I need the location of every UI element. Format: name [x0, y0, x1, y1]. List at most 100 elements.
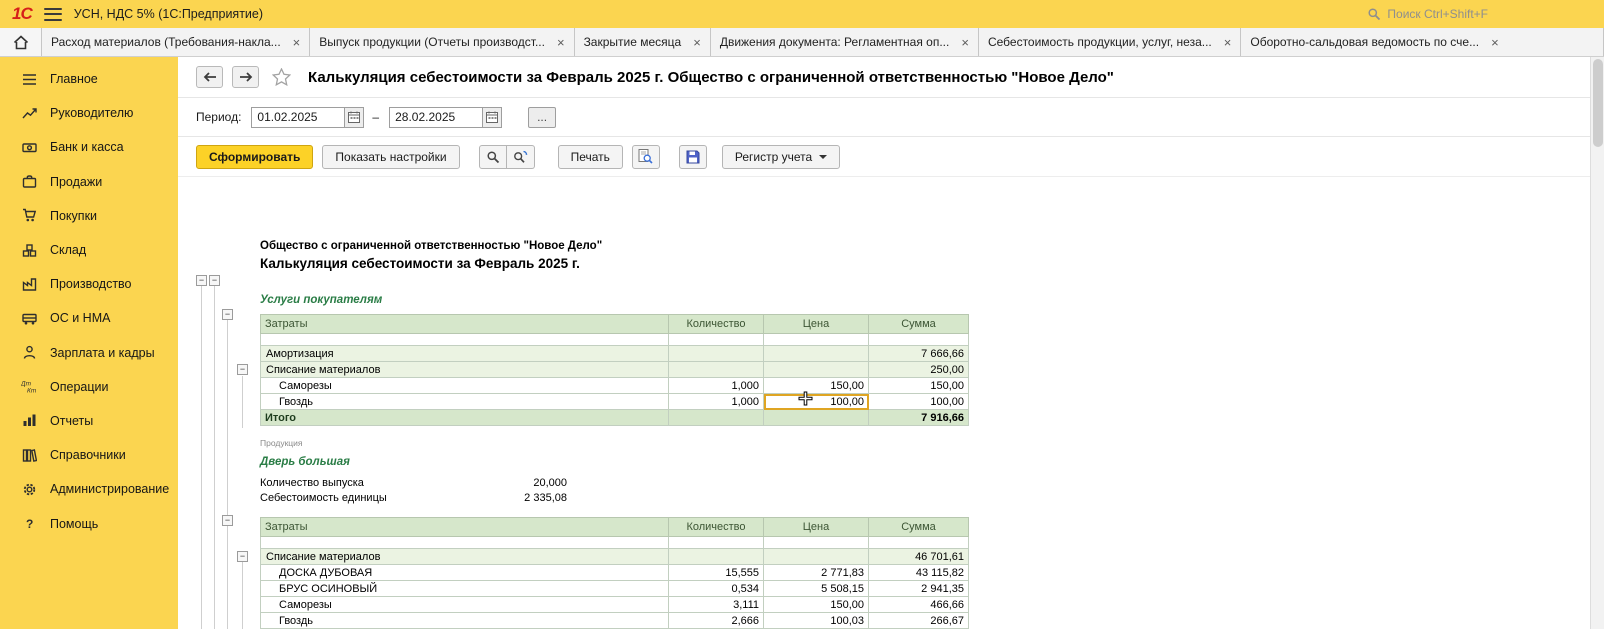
- collapse-toggle[interactable]: [209, 275, 220, 286]
- cell-price[interactable]: [764, 362, 869, 378]
- period-from-input[interactable]: 01.02.2025: [251, 107, 345, 128]
- sidebar-item-warehouse[interactable]: Склад: [0, 233, 178, 267]
- cell-sum[interactable]: 150,00: [869, 378, 969, 394]
- sidebar-item-admin[interactable]: Администрирование: [0, 472, 178, 506]
- home-tab[interactable]: [0, 28, 42, 56]
- report-row: Списание материалов 250,00: [261, 362, 969, 378]
- report-row: Списание материалов 46 701,61: [261, 549, 969, 565]
- collapse-toggle[interactable]: [237, 551, 248, 562]
- cell-qty[interactable]: 2,666: [669, 613, 764, 629]
- tab-6[interactable]: Оборотно-сальдовая ведомость по сче...×: [1241, 28, 1604, 56]
- vertical-scrollbar[interactable]: [1590, 57, 1604, 629]
- sidebar-item-main[interactable]: Главное: [0, 62, 178, 96]
- period-more-button[interactable]: ...: [528, 107, 556, 128]
- 1c-logo: 1С: [12, 4, 32, 24]
- cell-qty[interactable]: 3,111: [669, 597, 764, 613]
- period-to-calendar-button[interactable]: [483, 107, 502, 128]
- collapse-toggle[interactable]: [237, 364, 248, 375]
- sidebar-item-hr[interactable]: Зарплата и кадры: [0, 336, 178, 370]
- collapse-toggle[interactable]: [222, 309, 233, 320]
- generate-button[interactable]: Сформировать: [196, 145, 313, 169]
- sidebar-item-sales[interactable]: Продажи: [0, 165, 178, 199]
- cell-qty[interactable]: [669, 549, 764, 565]
- collapse-toggle[interactable]: [222, 515, 233, 526]
- period-to-input[interactable]: 28.02.2025: [389, 107, 483, 128]
- cell-sum[interactable]: 46 701,61: [869, 549, 969, 565]
- preview-button[interactable]: [632, 145, 660, 169]
- favorite-star-icon[interactable]: [272, 68, 291, 86]
- print-button[interactable]: Печать: [558, 145, 623, 169]
- cell-sum[interactable]: 250,00: [869, 362, 969, 378]
- cell-sum[interactable]: 2 941,35: [869, 581, 969, 597]
- home-icon: [13, 35, 29, 50]
- blank-cell: [261, 537, 669, 549]
- sidebar-item-reports[interactable]: Отчеты: [0, 404, 178, 438]
- cell-price[interactable]: 2 771,83: [764, 565, 869, 581]
- total-sum[interactable]: 7 916,66: [869, 410, 969, 426]
- cell-qty[interactable]: [669, 346, 764, 362]
- row-name-cell[interactable]: Гвоздь: [261, 613, 669, 629]
- row-name-cell[interactable]: Амортизация: [261, 346, 669, 362]
- period-to-field: 28.02.2025: [389, 107, 502, 128]
- tab-5[interactable]: Себестоимость продукции, услуг, неза... ×: [979, 28, 1241, 56]
- period-from-calendar-button[interactable]: [345, 107, 364, 128]
- sidebar-item-os-nma[interactable]: ОС и НМА: [0, 301, 178, 335]
- tab-close-icon[interactable]: ×: [961, 36, 969, 49]
- sidebar-item-label: Помощь: [50, 517, 98, 531]
- row-name-cell[interactable]: Списание материалов: [261, 362, 669, 378]
- sidebar-item-label: Справочники: [50, 448, 126, 462]
- cell-price[interactable]: 150,00: [764, 378, 869, 394]
- cell-sum[interactable]: 100,00: [869, 394, 969, 410]
- main-menu-icon[interactable]: [44, 8, 62, 21]
- cell-sum[interactable]: 7 666,66: [869, 346, 969, 362]
- tab-4[interactable]: Движения документа: Регламентная оп...×: [711, 28, 979, 56]
- tab-close-icon[interactable]: ×: [1491, 36, 1499, 49]
- row-name-cell[interactable]: Саморезы: [261, 597, 669, 613]
- sidebar-item-catalogs[interactable]: Справочники: [0, 438, 178, 472]
- global-search[interactable]: Поиск Ctrl+Shift+F: [1367, 7, 1488, 21]
- cell-qty[interactable]: 1,000: [669, 394, 764, 410]
- back-button[interactable]: [196, 66, 223, 88]
- show-settings-button[interactable]: Показать настройки: [322, 145, 459, 169]
- cell-price[interactable]: 100,00: [764, 394, 869, 410]
- collapse-toggle[interactable]: [196, 275, 207, 286]
- cell-qty[interactable]: 0,534: [669, 581, 764, 597]
- cell-qty[interactable]: [669, 362, 764, 378]
- sidebar-item-purchases[interactable]: Покупки: [0, 199, 178, 233]
- row-name-cell[interactable]: БРУС ОСИНОВЫЙ: [261, 581, 669, 597]
- tab-close-icon[interactable]: ×: [293, 36, 301, 49]
- cell-price[interactable]: 100,03: [764, 613, 869, 629]
- cell-sum[interactable]: 43 115,82: [869, 565, 969, 581]
- find-next-button[interactable]: [507, 145, 535, 169]
- tab-close-icon[interactable]: ×: [1224, 36, 1232, 49]
- cell-sum[interactable]: 266,67: [869, 613, 969, 629]
- cell-price[interactable]: 5 508,15: [764, 581, 869, 597]
- save-button[interactable]: [679, 145, 707, 169]
- cell-sum[interactable]: 466,66: [869, 597, 969, 613]
- tab-3[interactable]: Закрытие месяца×: [575, 28, 711, 56]
- cell-qty[interactable]: 1,000: [669, 378, 764, 394]
- register-dropdown-button[interactable]: Регистр учета: [722, 145, 840, 169]
- sidebar-item-production[interactable]: Производство: [0, 267, 178, 301]
- row-name-cell[interactable]: Списание материалов: [261, 549, 669, 565]
- tab-label: Себестоимость продукции, услуг, неза...: [988, 35, 1212, 49]
- tab-close-icon[interactable]: ×: [693, 36, 701, 49]
- sidebar-item-manager[interactable]: Руководителю: [0, 96, 178, 130]
- tab-2[interactable]: Выпуск продукции (Отчеты производст...×: [310, 28, 574, 56]
- cell-price[interactable]: [764, 549, 869, 565]
- cell-price[interactable]: [764, 346, 869, 362]
- row-name-cell[interactable]: Саморезы: [261, 378, 669, 394]
- forward-button[interactable]: [232, 66, 259, 88]
- tab-1[interactable]: Расход материалов (Требования-накла...×: [42, 28, 310, 56]
- row-name-cell[interactable]: ДОСКА ДУБОВАЯ: [261, 565, 669, 581]
- row-name-cell[interactable]: Гвоздь: [261, 394, 669, 410]
- sidebar-item-operations[interactable]: ДтКтОперации: [0, 370, 178, 404]
- sidebar-item-bank[interactable]: Банк и касса: [0, 130, 178, 164]
- tab-close-icon[interactable]: ×: [557, 36, 565, 49]
- find-button[interactable]: [479, 145, 507, 169]
- cell-qty[interactable]: 15,555: [669, 565, 764, 581]
- sidebar-item-help[interactable]: ?Помощь: [0, 506, 178, 540]
- scrollbar-thumb[interactable]: [1593, 59, 1603, 147]
- total-label[interactable]: Итого: [261, 410, 669, 426]
- cell-price[interactable]: 150,00: [764, 597, 869, 613]
